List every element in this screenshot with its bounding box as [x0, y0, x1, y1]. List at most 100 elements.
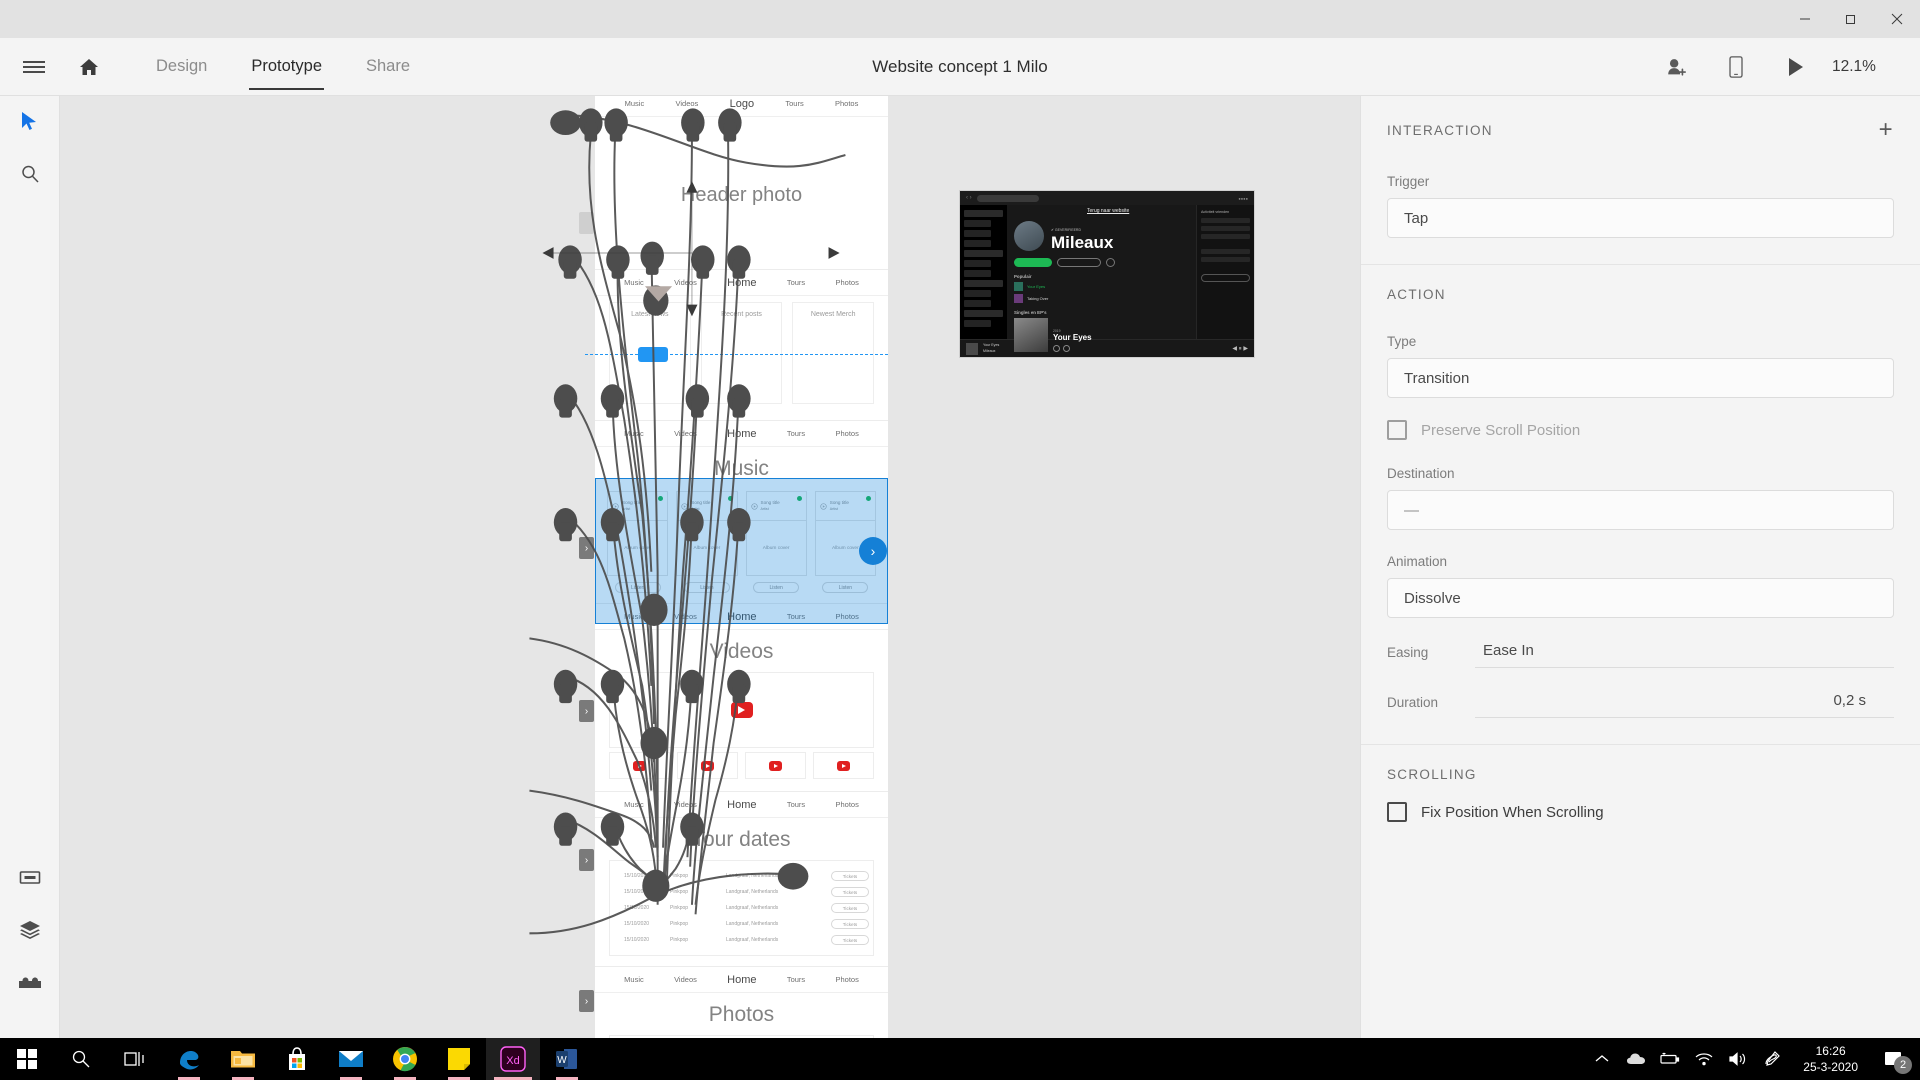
nav-videos[interactable]: Videos: [674, 975, 697, 984]
single-cover[interactable]: [1014, 318, 1048, 352]
fix-position-row[interactable]: Fix Position When Scrolling: [1387, 802, 1894, 822]
nav-tours[interactable]: Tours: [787, 800, 805, 809]
interaction-handle-left[interactable]: ›: [579, 849, 594, 871]
tickets-button[interactable]: Tickets: [831, 871, 869, 881]
section-music[interactable]: Music Videos Home Tours Photos Music Son…: [595, 421, 888, 604]
pen-input-icon[interactable]: [1755, 1038, 1789, 1080]
table-row[interactable]: 15/10/2020 Pinkpop Landgraaf, Netherland…: [614, 884, 869, 900]
select-tool[interactable]: [0, 96, 60, 148]
scroll-guide-handle[interactable]: [638, 347, 668, 362]
easing-select[interactable]: Ease In: [1475, 636, 1894, 668]
listen-button[interactable]: Listen: [683, 582, 730, 593]
tickets-button[interactable]: Tickets: [831, 919, 869, 929]
table-row[interactable]: 15/10/2020 Pinkpop Landgraaf, Netherland…: [614, 868, 869, 884]
preserve-scroll-checkbox[interactable]: [1387, 420, 1407, 440]
tab-prototype[interactable]: Prototype: [229, 49, 344, 90]
maximize-button[interactable]: [1828, 0, 1874, 38]
design-canvas[interactable]: Music Videos Logo Tours Photos Header ph…: [60, 96, 1360, 1038]
menu-icon[interactable]: [6, 58, 62, 76]
music-card[interactable]: Song title Artist Album cover Listen: [676, 491, 738, 593]
sticky-notes-app[interactable]: [432, 1038, 486, 1080]
video-thumbnail[interactable]: [609, 752, 670, 779]
section-home-cards[interactable]: Music Videos Home Tours Photos Latest ne…: [595, 270, 888, 421]
nav-music[interactable]: Music: [624, 278, 644, 287]
tab-design[interactable]: Design: [134, 49, 229, 84]
tab-share[interactable]: Share: [344, 49, 432, 84]
nav-home[interactable]: Home: [727, 974, 756, 986]
nav-music[interactable]: Music: [624, 800, 644, 809]
video-player-main[interactable]: [609, 672, 874, 748]
nav-photos[interactable]: Photos: [835, 612, 858, 621]
nav-tours[interactable]: Tours: [787, 612, 805, 621]
type-select[interactable]: Transition: [1387, 358, 1894, 398]
zoom-tool[interactable]: [0, 148, 60, 200]
destination-select[interactable]: —: [1387, 490, 1894, 530]
table-row[interactable]: 15/10/2020 Pinkpop Landgraaf, Netherland…: [614, 900, 869, 916]
nav-photos[interactable]: Photos: [835, 800, 858, 809]
nav-home[interactable]: Home: [727, 277, 756, 289]
tickets-button[interactable]: Tickets: [831, 887, 869, 897]
play-icon[interactable]: [1766, 38, 1826, 96]
edge-app[interactable]: [162, 1038, 216, 1080]
wifi-icon[interactable]: [1687, 1038, 1721, 1080]
battery-icon[interactable]: [1653, 1038, 1687, 1080]
nav-home[interactable]: Home: [727, 428, 756, 440]
interaction-handle-left[interactable]: ›: [579, 537, 594, 559]
show-hidden-icons-chevron-icon[interactable]: [1585, 1038, 1619, 1080]
interaction-handle-left[interactable]: ›: [579, 700, 594, 722]
nav-music[interactable]: Music: [624, 975, 644, 984]
nav-tours[interactable]: Tours: [787, 975, 805, 984]
layers-tool[interactable]: [0, 904, 60, 956]
nav-videos[interactable]: Videos: [674, 429, 697, 438]
nav-home[interactable]: Home: [727, 799, 756, 811]
spotify-search-pill[interactable]: [976, 194, 1039, 202]
interaction-handle-left[interactable]: ›: [579, 990, 594, 1012]
table-row[interactable]: 15/10/2020 Pinkpop Landgraaf, Netherland…: [614, 932, 869, 948]
nav-photos[interactable]: Photos: [835, 99, 858, 108]
nav-videos[interactable]: Videos: [674, 800, 697, 809]
back-to-website-link[interactable]: Terug naar website: [1087, 208, 1129, 214]
volume-icon[interactable]: [1721, 1038, 1755, 1080]
nav-videos[interactable]: Videos: [676, 99, 699, 108]
onedrive-icon[interactable]: [1619, 1038, 1653, 1080]
word-app[interactable]: W: [540, 1038, 594, 1080]
zoom-level[interactable]: 12.1%: [1826, 58, 1890, 76]
section-photos[interactable]: Music Videos Home Tours Photos Photos: [595, 967, 888, 1038]
section-header-photo[interactable]: Music Videos Logo Tours Photos Header ph…: [595, 96, 888, 270]
music-card[interactable]: Song title Artist Album cover Listen: [745, 491, 807, 593]
nav-photos[interactable]: Photos: [835, 278, 858, 287]
card-newest-merch[interactable]: Newest Merch: [792, 302, 875, 404]
artboard-spotify-page[interactable]: ‹ › ●●●● Terug naar website ✔ GEVERIFIEE…: [959, 190, 1255, 358]
play-button[interactable]: [1014, 258, 1052, 267]
animation-select[interactable]: Dissolve: [1387, 578, 1894, 618]
file-explorer-app[interactable]: [216, 1038, 270, 1080]
music-card[interactable]: Song title Artist Album cover Listen: [607, 491, 669, 593]
device-preview-icon[interactable]: [1706, 38, 1766, 96]
nav-music[interactable]: Music: [624, 612, 644, 621]
taskbar-clock[interactable]: 16:26 25-3-2020: [1789, 1043, 1872, 1075]
track-row[interactable]: Your Eyes: [1014, 282, 1189, 291]
nav-videos[interactable]: Videos: [674, 612, 697, 621]
nav-tours[interactable]: Tours: [787, 429, 805, 438]
nav-music[interactable]: Music: [625, 99, 645, 108]
assets-tool[interactable]: [0, 956, 60, 1008]
artboard-tool[interactable]: [0, 852, 60, 904]
track-row[interactable]: Taking Over: [1014, 294, 1189, 303]
nav-videos[interactable]: Videos: [674, 278, 697, 287]
section-tour-dates[interactable]: Music Videos Home Tours Photos Tour date…: [595, 792, 888, 967]
section-videos[interactable]: Music Videos Home Tours Photos Videos: [595, 604, 888, 792]
preserve-scroll-row[interactable]: Preserve Scroll Position: [1387, 420, 1894, 440]
card-recent-posts[interactable]: Recent posts: [700, 302, 783, 404]
microsoft-store-app[interactable]: [270, 1038, 324, 1080]
video-thumbnail[interactable]: [677, 752, 738, 779]
nav-tours[interactable]: Tours: [785, 99, 803, 108]
listen-button[interactable]: Listen: [753, 582, 800, 593]
tickets-button[interactable]: Tickets: [831, 935, 869, 945]
listen-button[interactable]: Listen: [822, 582, 869, 593]
table-row[interactable]: 15/10/2020 Pinkpop Landgraaf, Netherland…: [614, 916, 869, 932]
video-thumbnail[interactable]: [813, 752, 874, 779]
duration-input[interactable]: 0,2 s: [1475, 686, 1894, 718]
minimize-button[interactable]: [1782, 0, 1828, 38]
artboard-handle[interactable]: [579, 212, 594, 234]
follow-button[interactable]: [1057, 258, 1101, 267]
